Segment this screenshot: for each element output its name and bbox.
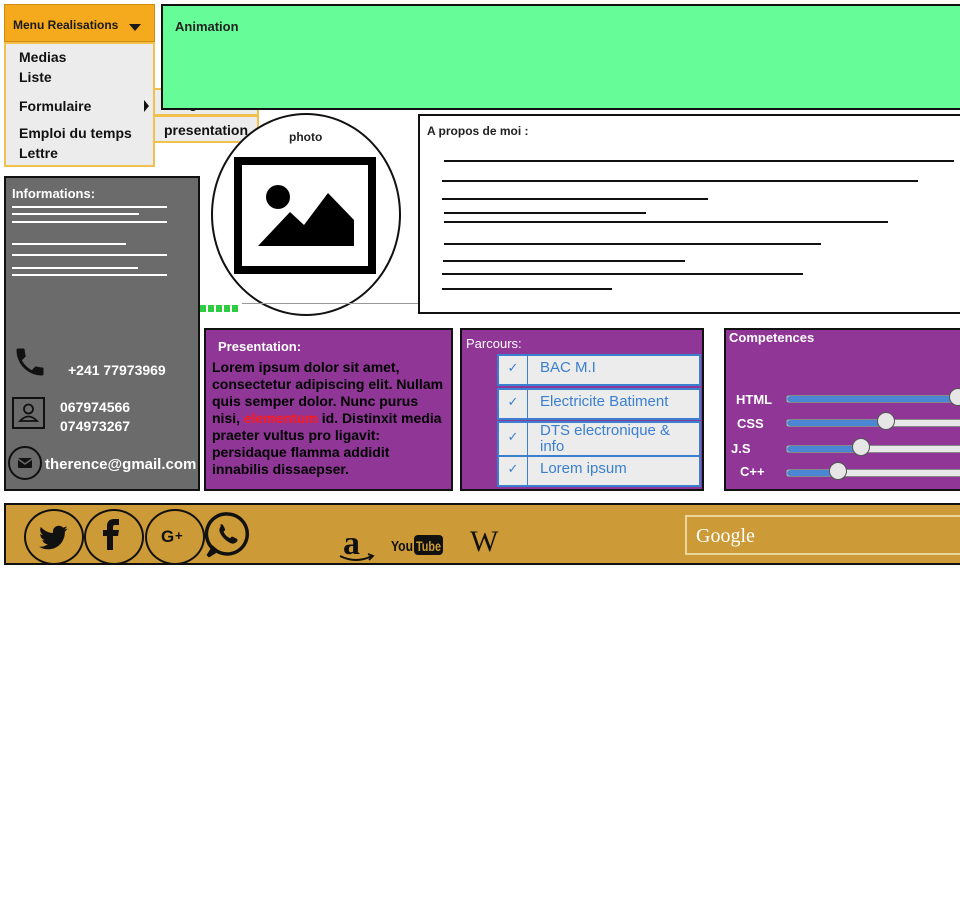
wikipedia-w-text: W (470, 525, 499, 558)
about-panel (418, 114, 960, 314)
check-icon: ✓ (499, 356, 528, 384)
progress-segments (200, 305, 238, 312)
chevron-down-icon (129, 24, 141, 31)
text-placeholder-line (12, 254, 167, 256)
text-placeholder-line (12, 274, 167, 276)
skill-slider[interactable] (786, 462, 960, 480)
check-icon: ✓ (499, 423, 528, 455)
skill-label: J.S (731, 441, 751, 456)
animation-banner: Animation (161, 4, 960, 110)
youtube-logo[interactable]: You Tube (391, 534, 445, 556)
twitter-bird-icon (39, 525, 68, 550)
youtube-icon: You Tube (391, 535, 443, 555)
google-plus-glyph-icon: G + (161, 527, 183, 546)
facebook-f-icon (103, 519, 119, 550)
menu-item-emploi-du-temps[interactable]: Emploi du temps (19, 125, 132, 141)
text-placeholder-line (443, 260, 685, 262)
informations-title: Informations: (12, 186, 96, 201)
text-placeholder-line (442, 198, 708, 200)
email-address[interactable]: therence@gmail.com (45, 456, 196, 473)
google-search-placeholder: Google (696, 525, 755, 547)
image-placeholder-inner (242, 165, 368, 266)
menu-item-formulaire[interactable]: Formulaire (19, 98, 91, 114)
youtube-you-text: You (391, 538, 413, 555)
slider-fill (787, 420, 886, 426)
email-icon (8, 446, 42, 480)
parcours-item-label: Electricite Batiment (540, 394, 669, 410)
person-icon (17, 403, 40, 422)
text-placeholder-line (444, 160, 954, 162)
parcours-item[interactable]: ✓ Lorem ipsum (497, 455, 701, 487)
google-search-input[interactable]: Google (685, 515, 960, 555)
contact-icon (12, 397, 45, 429)
landscape-icon (258, 185, 354, 246)
check-icon: ✓ (499, 390, 528, 418)
presentation-title: Presentation: (218, 339, 302, 354)
parcours-title: Parcours: (466, 336, 522, 351)
contact-number: 074973267 (60, 418, 131, 434)
skill-slider[interactable] (786, 412, 960, 430)
contact-number: 067974566 (60, 399, 131, 415)
whatsapp-icon[interactable] (203, 510, 253, 560)
wikipedia-logo[interactable]: W (470, 526, 506, 558)
skill-label: CSS (737, 416, 764, 431)
parcours-item[interactable]: ✓ DTS electronique & info (497, 421, 701, 457)
text-placeholder-line (442, 288, 612, 290)
skill-label: HTML (736, 392, 773, 407)
skill-slider[interactable] (786, 388, 960, 406)
google-plus-icon[interactable]: G + (145, 509, 205, 565)
chevron-right-icon (144, 100, 149, 112)
parcours-item-label: Lorem ipsum (540, 461, 627, 477)
menu-item-lettre[interactable]: Lettre (19, 145, 58, 161)
check-icon: ✓ (499, 457, 528, 485)
phone-icon (16, 348, 44, 376)
slider-handle[interactable] (852, 438, 871, 456)
slider-fill (787, 446, 862, 452)
text-placeholder-line (444, 212, 646, 214)
slider-handle[interactable] (876, 412, 895, 430)
text-placeholder-line (12, 221, 167, 223)
skill-slider[interactable] (786, 438, 960, 456)
amazon-logo[interactable]: a (338, 525, 376, 564)
loading-progress (200, 301, 242, 313)
text-placeholder-line (12, 213, 139, 215)
competences-title: Competences (729, 330, 815, 345)
menu-realisations-button[interactable]: Menu Realisations (4, 4, 155, 42)
whatsapp-glyph-icon (204, 512, 249, 558)
svg-text:+: + (175, 528, 183, 543)
text-placeholder-line (442, 180, 918, 182)
parcours-item-label: DTS electronique & info (540, 423, 671, 451)
menu-dropdown: Medias Liste Formulaire Emploi du temps … (4, 42, 155, 167)
photo-label: photo (289, 130, 323, 144)
text-placeholder-line (12, 267, 138, 269)
phone-number: +241 77973969 (68, 362, 166, 378)
informations-panel (4, 176, 200, 491)
svg-text:a: a (343, 526, 360, 562)
slider-handle[interactable] (949, 388, 960, 406)
text-placeholder-line (12, 243, 126, 245)
slider-fill (787, 396, 958, 402)
parcours-item-label: BAC M.I (540, 360, 596, 376)
menu-item-liste[interactable]: Liste (19, 69, 52, 85)
text-placeholder-line (444, 221, 888, 223)
svg-text:G: G (161, 527, 174, 546)
presentation-highlight: elementum (243, 410, 318, 426)
skill-label: C++ (740, 464, 765, 479)
youtube-tube-text: Tube (416, 538, 441, 554)
about-title: A propos de moi : (427, 124, 529, 138)
amazon-icon: a (339, 525, 375, 562)
presentation-text: Lorem ipsum dolor sit amet, consectetur … (212, 359, 450, 478)
text-placeholder-line (444, 243, 821, 245)
text-placeholder-line (442, 273, 803, 275)
facebook-icon[interactable] (84, 509, 144, 565)
parcours-item[interactable]: ✓ Electricite Batiment (497, 388, 701, 420)
parcours-item[interactable]: ✓ BAC M.I (497, 354, 701, 386)
text-placeholder-line (12, 206, 167, 208)
menu-button-label: Menu Realisations (13, 18, 119, 32)
animation-label: Animation (175, 19, 239, 34)
twitter-icon[interactable] (24, 509, 84, 565)
envelope-icon (17, 458, 33, 468)
progress-track (242, 303, 418, 304)
menu-item-medias[interactable]: Medias (19, 49, 66, 65)
